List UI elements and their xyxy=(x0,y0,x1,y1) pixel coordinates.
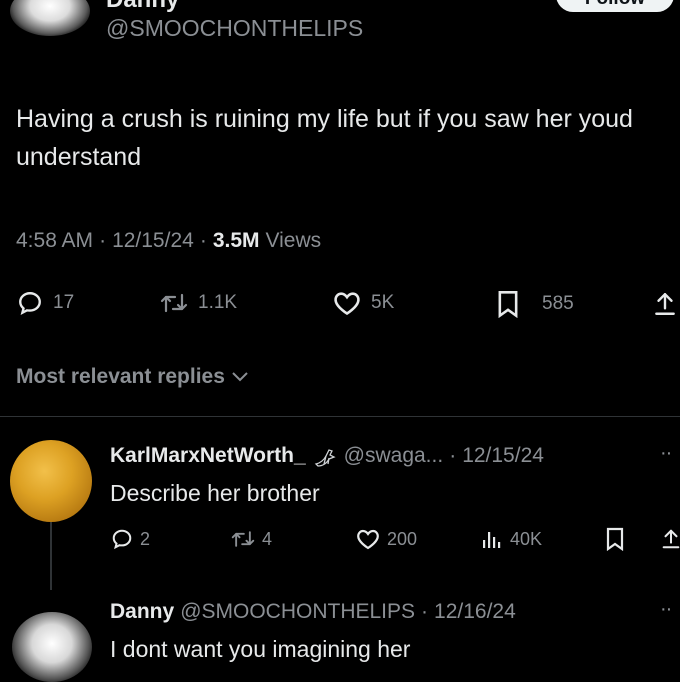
heart-icon xyxy=(334,292,360,316)
reply-avatar[interactable] xyxy=(10,440,92,522)
views-count: 3.5M xyxy=(212,229,260,252)
main-author-name[interactable]: Danny xyxy=(106,0,179,14)
reply-like-count: 200 xyxy=(387,528,418,549)
reply-reply-action[interactable]: 2 xyxy=(111,528,150,550)
reply-views-count: 40K xyxy=(510,528,543,549)
divider xyxy=(0,416,680,417)
reply-share-button[interactable] xyxy=(660,527,680,556)
bar-chart-icon xyxy=(483,532,501,548)
reply-header: Danny @SMOOCHONTHELIPS · 12/16/24 xyxy=(110,600,516,624)
thread-line xyxy=(50,522,52,590)
reply-bookmark-button[interactable] xyxy=(605,527,625,556)
more-options-icon[interactable]: ·· xyxy=(660,598,672,621)
bird-emoji-icon xyxy=(314,449,336,467)
like-count: 5K xyxy=(371,292,395,313)
reply-date[interactable]: 12/15/24 xyxy=(462,444,544,468)
follow-button[interactable]: Follow xyxy=(556,0,674,12)
reply-author-name[interactable]: Danny xyxy=(110,600,174,624)
reply-handle[interactable]: @swaga... xyxy=(344,444,444,468)
tweet-text: Having a crush is ruining my life but if… xyxy=(16,105,633,171)
reply-count: 17 xyxy=(53,292,75,313)
replies-sort-dropdown[interactable]: Most relevant replies xyxy=(16,365,249,389)
bookmark-count: 585 xyxy=(542,293,574,314)
reply-date[interactable]: 12/16/24 xyxy=(434,600,516,624)
like-action[interactable]: 5K xyxy=(333,290,394,316)
reply-header: KarlMarxNetWorth_ @swaga... · 12/15/24 xyxy=(110,444,544,468)
heart-icon xyxy=(357,529,379,550)
reply-text: I dont want you imagining her xyxy=(110,636,411,662)
retweet-action[interactable]: 1.1K xyxy=(160,290,237,316)
reply-retweet-action[interactable]: 4 xyxy=(231,528,272,550)
main-handle[interactable]: @SMOOCHONTHELIPS xyxy=(106,15,363,42)
share-icon xyxy=(662,529,680,549)
reply-text: Describe her brother xyxy=(110,480,320,506)
meta-separator: · xyxy=(199,229,207,252)
tweet-meta: 4:58 AM · 12/15/24 · 3.5M Views xyxy=(16,229,321,253)
tweet-time[interactable]: 4:58 AM xyxy=(16,229,93,253)
retweet-count: 1.1K xyxy=(198,292,238,313)
bookmark-action[interactable]: 585 xyxy=(496,290,574,318)
reply-icon xyxy=(19,292,41,316)
retweet-icon xyxy=(160,293,188,313)
reply-icon xyxy=(112,529,132,550)
replies-sort-label: Most relevant replies xyxy=(16,365,225,388)
reply-views-action[interactable]: 40K xyxy=(481,528,542,550)
follow-button-label: Follow xyxy=(585,0,645,10)
more-options-icon[interactable]: ·· xyxy=(660,442,672,465)
retweet-icon xyxy=(231,531,255,547)
views-label: Views xyxy=(265,229,322,252)
meta-separator: · xyxy=(421,600,429,623)
chevron-down-icon xyxy=(232,372,248,382)
main-avatar[interactable] xyxy=(10,0,90,36)
share-button[interactable] xyxy=(652,290,678,323)
meta-separator: · xyxy=(99,229,107,252)
reply-author-name[interactable]: KarlMarxNetWorth_ xyxy=(110,444,306,468)
bookmark-icon xyxy=(606,527,624,552)
share-icon xyxy=(655,293,675,315)
tweet-date[interactable]: 12/15/24 xyxy=(112,229,194,253)
reply-like-action[interactable]: 200 xyxy=(356,528,417,550)
reply-handle[interactable]: @SMOOCHONTHELIPS xyxy=(180,600,415,624)
bookmark-icon xyxy=(498,291,518,318)
reply-avatar[interactable] xyxy=(12,612,92,682)
reply-reply-count: 2 xyxy=(140,528,151,549)
reply-retweet-count: 4 xyxy=(262,528,273,549)
reply-action[interactable]: 17 xyxy=(17,290,74,316)
meta-separator: · xyxy=(449,444,457,467)
